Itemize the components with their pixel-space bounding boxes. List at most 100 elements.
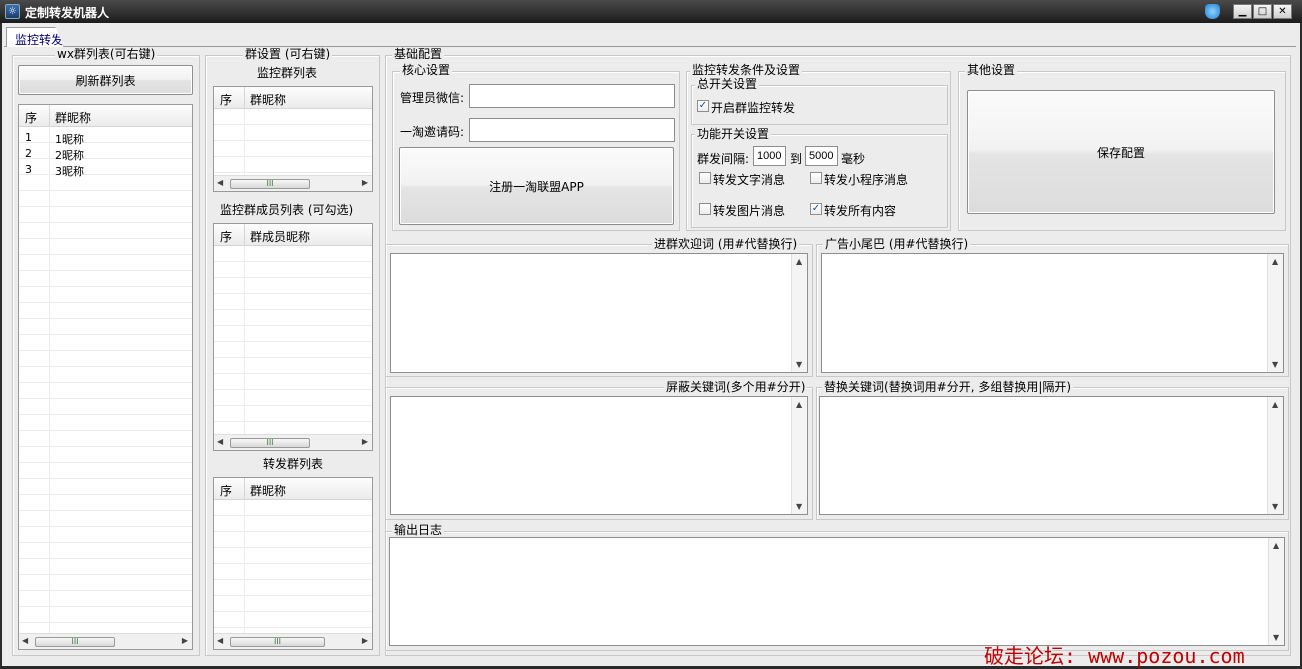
- table-row[interactable]: 2 2昵称: [19, 146, 192, 162]
- column-header-index[interactable]: 序: [25, 109, 37, 126]
- column-header-member-name[interactable]: 群成员昵称: [250, 228, 310, 245]
- forward-all-checkbox[interactable]: ✓: [810, 203, 822, 215]
- enable-monitor-checkbox[interactable]: ✓: [697, 100, 709, 112]
- scroll-up-icon[interactable]: ▲: [796, 400, 802, 409]
- skin-icon[interactable]: [1205, 4, 1220, 19]
- admin-wechat-label: 管理员微信:: [400, 91, 465, 105]
- minimize-button[interactable]: ▁: [1233, 4, 1252, 19]
- scroll-thumb[interactable]: III: [230, 438, 310, 448]
- scroll-down-icon[interactable]: ▼: [1272, 360, 1278, 369]
- column-header-index[interactable]: 序: [220, 228, 232, 245]
- horizontal-scrollbar[interactable]: ◀ III ▶: [214, 633, 372, 649]
- column-header-name[interactable]: 群昵称: [55, 109, 91, 126]
- forward-text-label[interactable]: 转发文字消息: [713, 171, 785, 188]
- enable-monitor-label[interactable]: 开启群监控转发: [711, 99, 795, 116]
- app-icon: ☼: [5, 4, 20, 19]
- scroll-right-icon[interactable]: ▶: [362, 636, 368, 645]
- row-index: 3: [25, 163, 32, 176]
- scroll-thumb[interactable]: III: [35, 637, 115, 647]
- replace-keywords-text-area[interactable]: ▲ ▼: [819, 396, 1284, 515]
- basic-config-title: 基础配置: [392, 47, 445, 61]
- horizontal-scrollbar[interactable]: ◀ III ▶: [214, 175, 372, 191]
- vertical-scrollbar[interactable]: ▲ ▼: [791, 254, 807, 372]
- forum-watermark: 破走论坛: www.pozou.com: [984, 644, 1245, 668]
- invite-code-input[interactable]: [469, 118, 675, 142]
- refresh-group-list-button[interactable]: 刷新群列表: [18, 65, 193, 95]
- forward-all-label[interactable]: 转发所有内容: [824, 202, 896, 219]
- table-row[interactable]: 1 1昵称: [19, 130, 192, 146]
- forward-group-list[interactable]: 序 群昵称 ◀ III ▶: [213, 477, 373, 650]
- welcome-text-area[interactable]: ▲ ▼: [390, 253, 808, 373]
- scroll-down-icon[interactable]: ▼: [796, 502, 802, 511]
- scroll-up-icon[interactable]: ▲: [796, 257, 802, 266]
- member-list-title: 监控群成员列表 (可勾选): [218, 203, 356, 217]
- row-name: 2昵称: [55, 149, 84, 162]
- close-button[interactable]: ✕: [1273, 4, 1292, 19]
- group-settings-title: 群设置 (可右键): [243, 47, 333, 61]
- forward-image-checkbox[interactable]: [699, 203, 711, 215]
- replace-keywords-title: 替换关键词(替换词用#分开, 多组替换用|隔开): [822, 380, 1074, 394]
- monitor-conditions-title: 监控转发条件及设置: [690, 63, 803, 77]
- block-keywords-title: 屏蔽关键词(多个用#分开): [664, 380, 808, 394]
- scroll-up-icon[interactable]: ▲: [1272, 257, 1278, 266]
- scroll-thumb[interactable]: III: [230, 179, 310, 189]
- scroll-thumb[interactable]: III: [230, 637, 325, 647]
- output-log-text-area[interactable]: ▲ ▼: [389, 537, 1285, 646]
- row-name: 3昵称: [55, 165, 84, 178]
- scroll-down-icon[interactable]: ▼: [1273, 633, 1279, 642]
- wx-group-panel-title: wx群列表(可右键): [55, 47, 158, 61]
- save-config-button[interactable]: 保存配置: [967, 90, 1275, 214]
- scroll-left-icon[interactable]: ◀: [217, 178, 223, 187]
- welcome-text-title: 进群欢迎词 (用#代替换行): [652, 237, 800, 251]
- block-keywords-text-area[interactable]: ▲ ▼: [390, 396, 808, 515]
- forward-miniprogram-checkbox[interactable]: [810, 172, 822, 184]
- horizontal-scrollbar[interactable]: ◀ III ▶: [19, 633, 192, 649]
- interval-to-label: 到: [790, 152, 803, 166]
- scroll-up-icon[interactable]: ▲: [1273, 541, 1279, 550]
- forward-miniprogram-label[interactable]: 转发小程序消息: [824, 171, 908, 188]
- register-yitao-button[interactable]: 注册一淘联盟APP: [399, 147, 674, 225]
- vertical-scrollbar[interactable]: ▲ ▼: [1268, 538, 1284, 645]
- column-header-name[interactable]: 群昵称: [250, 91, 286, 108]
- scroll-left-icon[interactable]: ◀: [217, 437, 223, 446]
- list-header: 序 群成员昵称: [214, 224, 372, 246]
- monitor-group-list[interactable]: 序 群昵称 ◀ III ▶: [213, 86, 373, 192]
- forward-text-checkbox[interactable]: [699, 172, 711, 184]
- output-log-title: 输出日志: [392, 523, 445, 537]
- window-title: 定制转发机器人: [25, 6, 110, 20]
- vertical-scrollbar[interactable]: ▲ ▼: [1267, 254, 1283, 372]
- column-header-name[interactable]: 群昵称: [250, 482, 286, 499]
- tab-strip-line: [4, 46, 1296, 47]
- list-header: 序 群昵称: [214, 478, 372, 500]
- title-bar: [0, 0, 1302, 23]
- scroll-down-icon[interactable]: ▼: [1272, 502, 1278, 511]
- monitor-member-list[interactable]: 序 群成员昵称 ◀ III ▶: [213, 223, 373, 451]
- scroll-right-icon[interactable]: ▶: [362, 437, 368, 446]
- scroll-up-icon[interactable]: ▲: [1272, 400, 1278, 409]
- scroll-left-icon[interactable]: ◀: [217, 636, 223, 645]
- vertical-scrollbar[interactable]: ▲ ▼: [1267, 397, 1283, 514]
- interval-unit-label: 毫秒: [841, 152, 866, 166]
- scroll-left-icon[interactable]: ◀: [22, 636, 28, 645]
- feature-switch-title: 功能开关设置: [695, 127, 772, 141]
- core-settings-title: 核心设置: [400, 63, 453, 77]
- scroll-right-icon[interactable]: ▶: [362, 178, 368, 187]
- vertical-scrollbar[interactable]: ▲ ▼: [791, 397, 807, 514]
- horizontal-scrollbar[interactable]: ◀ III ▶: [214, 434, 372, 450]
- interval-min-input[interactable]: [753, 146, 786, 166]
- ad-tail-text-area[interactable]: ▲ ▼: [821, 253, 1284, 373]
- tab-monitor-forward[interactable]: 监控转发: [6, 27, 64, 47]
- column-header-index[interactable]: 序: [220, 482, 232, 499]
- master-switch-title: 总开关设置: [695, 77, 760, 91]
- admin-wechat-input[interactable]: [469, 84, 675, 108]
- maximize-button[interactable]: □: [1253, 4, 1272, 19]
- row-index: 1: [25, 131, 32, 144]
- ad-tail-title: 广告小尾巴 (用#代替换行): [823, 237, 971, 251]
- scroll-right-icon[interactable]: ▶: [182, 636, 188, 645]
- interval-max-input[interactable]: [805, 146, 838, 166]
- table-row[interactable]: 3 3昵称: [19, 162, 192, 178]
- scroll-down-icon[interactable]: ▼: [796, 360, 802, 369]
- wx-group-list[interactable]: 序 群昵称 1 1昵称 2 2昵称 3 3昵称 ◀ III ▶: [18, 104, 193, 650]
- column-header-index[interactable]: 序: [220, 91, 232, 108]
- forward-image-label[interactable]: 转发图片消息: [713, 202, 785, 219]
